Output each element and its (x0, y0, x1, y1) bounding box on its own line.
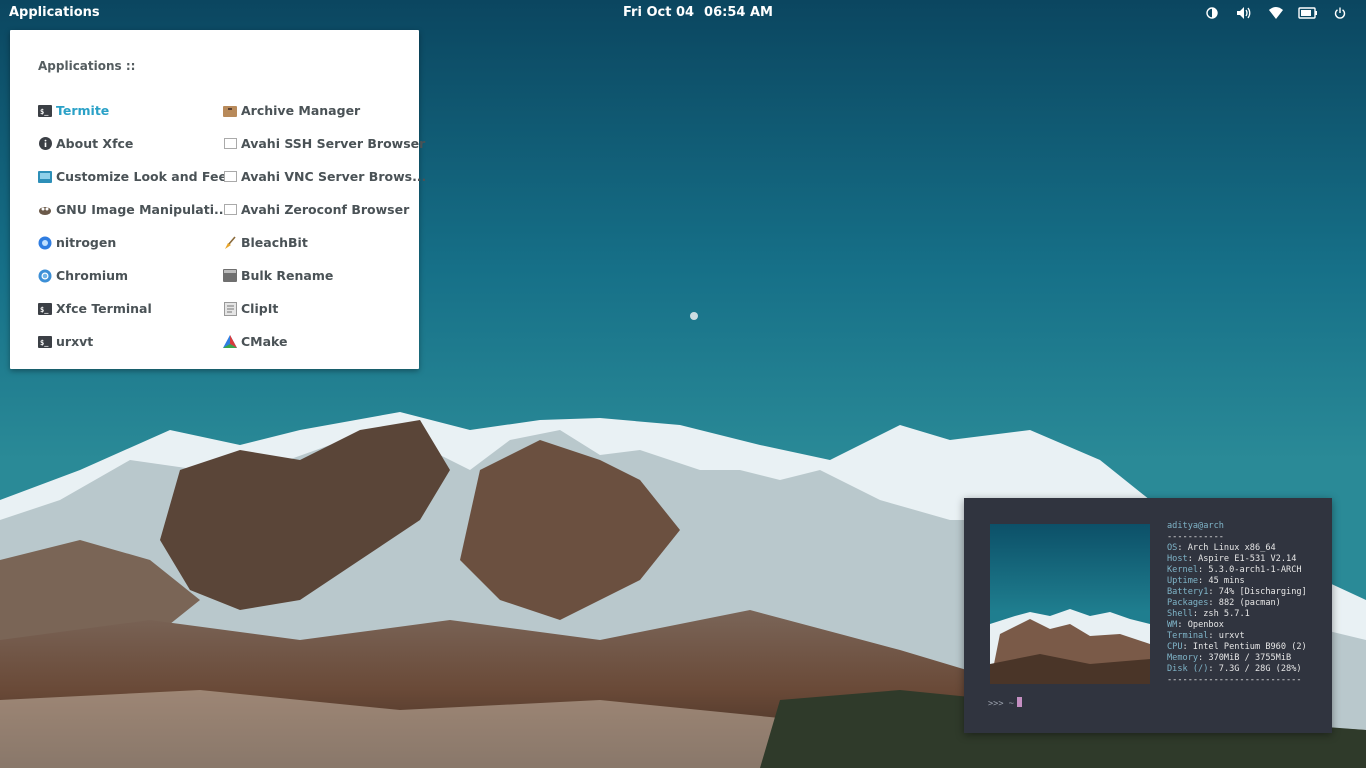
neofetch-info: aditya@arch ----------- OS: Arch Linux x… (1167, 521, 1307, 686)
app-list-right: Archive Manager Avahi SSH Server Browser… (223, 94, 426, 358)
contrast-icon[interactable] (1196, 4, 1228, 22)
appearance-icon (38, 170, 52, 184)
app-label: About Xfce (56, 136, 134, 151)
gimp-icon (38, 203, 52, 217)
svg-text:$_: $_ (40, 306, 49, 314)
app-label: Customize Look and Feel (56, 169, 232, 184)
terminal-icon: $_ (38, 335, 52, 349)
neofetch-bottom-separator: -------------------------- (1167, 675, 1302, 685)
app-label: GNU Image Manipulati... (56, 202, 229, 217)
nitrogen-icon (38, 236, 52, 250)
app-label: Avahi VNC Server Brows... (241, 169, 427, 184)
app-item-termite[interactable]: $_ Termite (38, 94, 231, 127)
app-label: Termite (56, 103, 110, 118)
rename-icon (223, 269, 237, 283)
app-item-bleachbit[interactable]: BleachBit (223, 226, 426, 259)
neofetch-separator: ----------- (1167, 532, 1224, 542)
app-label: CMake (241, 334, 288, 349)
network-icon (223, 170, 237, 184)
clipboard-icon (223, 301, 237, 316)
info-row-memory: Memory: 370MiB / 3755MiB (1167, 653, 1292, 663)
clock[interactable]: Fri Oct 04 06:54 AM (623, 5, 773, 20)
battery-icon[interactable] (1292, 4, 1324, 22)
applications-menu-button[interactable]: Applications (9, 5, 100, 20)
app-item-archive-manager[interactable]: Archive Manager (223, 94, 426, 127)
app-item-about-xfce[interactable]: About Xfce (38, 127, 231, 160)
system-tray (1196, 4, 1356, 22)
power-icon[interactable] (1324, 4, 1356, 22)
app-item-xfce-terminal[interactable]: $_ Xfce Terminal (38, 292, 231, 325)
app-label: Avahi Zeroconf Browser (241, 202, 410, 217)
text-cursor (1016, 697, 1022, 707)
info-row-kernel: Kernel: 5.3.0-arch1-1-ARCH (1167, 565, 1302, 575)
app-item-chromium[interactable]: Chromium (38, 259, 231, 292)
app-item-nitrogen[interactable]: nitrogen (38, 226, 231, 259)
info-row-os: OS: Arch Linux x86_64 (1167, 543, 1276, 553)
terminal-icon: $_ (38, 302, 52, 316)
neofetch-wallpaper-thumbnail (990, 524, 1150, 684)
app-item-avahi-zeroconf-browser[interactable]: Avahi Zeroconf Browser (223, 193, 426, 226)
volume-icon[interactable] (1228, 4, 1260, 22)
bleachbit-icon (223, 235, 237, 250)
archive-icon (223, 104, 237, 118)
svg-text:$_: $_ (40, 108, 49, 116)
app-item-avahi-vnc-server-browser[interactable]: Avahi VNC Server Brows... (223, 160, 426, 193)
network-icon (223, 203, 237, 217)
info-row-terminal: Terminal: urxvt (1167, 631, 1245, 641)
cmake-icon (223, 335, 237, 349)
network-icon (223, 137, 237, 151)
app-item-customize-look-and-feel[interactable]: Customize Look and Feel (38, 160, 231, 193)
app-item-clipit[interactable]: ClipIt (223, 292, 426, 325)
clock-date: Fri Oct 04 (623, 5, 695, 20)
app-item-bulk-rename[interactable]: Bulk Rename (223, 259, 426, 292)
app-label: Avahi SSH Server Browser (241, 136, 426, 151)
urxvt-terminal-window[interactable]: aditya@arch ----------- OS: Arch Linux x… (964, 498, 1332, 733)
clock-time: 06:54 AM (704, 5, 773, 20)
info-row-cpu: CPU: Intel Pentium B960 (2) (1167, 642, 1307, 652)
app-label: Bulk Rename (241, 268, 334, 283)
menu-title: Applications :: (38, 59, 136, 73)
app-label: Chromium (56, 268, 129, 283)
app-label: BleachBit (241, 235, 308, 250)
info-row-shell: Shell: zsh 5.7.1 (1167, 609, 1250, 619)
app-item-gimp[interactable]: GNU Image Manipulati... (38, 193, 231, 226)
app-item-avahi-ssh-server-browser[interactable]: Avahi SSH Server Browser (223, 127, 426, 160)
app-item-cmake[interactable]: CMake (223, 325, 426, 358)
applications-menu: Applications :: $_ Termite About Xfce Cu… (10, 30, 426, 369)
info-row-uptime: Uptime: 45 mins (1167, 576, 1245, 586)
shell-prompt[interactable]: >>> ~ (988, 697, 1022, 709)
top-panel: Applications Fri Oct 04 06:54 AM (0, 0, 1366, 26)
app-label: Xfce Terminal (56, 301, 152, 316)
prompt-text: >>> ~ (988, 699, 1014, 709)
chromium-icon (38, 269, 52, 283)
terminal-icon: $_ (38, 104, 52, 118)
info-row-disk: Disk (/): 7.3G / 28G (28%) (1167, 664, 1302, 674)
app-list-left: $_ Termite About Xfce Customize Look and… (38, 94, 231, 358)
app-label: nitrogen (56, 235, 117, 250)
svg-text:$_: $_ (40, 339, 49, 347)
info-row-battery: Battery1: 74% [Discharging] (1167, 587, 1307, 597)
info-row-wm: WM: Openbox (1167, 620, 1224, 630)
info-row-packages: Packages: 882 (pacman) (1167, 598, 1281, 608)
app-item-urxvt[interactable]: $_ urxvt (38, 325, 231, 358)
info-row-host: Host: Aspire E1-531 V2.14 (1167, 554, 1297, 564)
wifi-icon[interactable] (1260, 4, 1292, 22)
app-label: urxvt (56, 334, 94, 349)
neofetch-user: aditya@arch (1167, 521, 1224, 531)
app-label: Archive Manager (241, 103, 361, 118)
info-icon (38, 137, 52, 151)
app-label: ClipIt (241, 301, 279, 316)
